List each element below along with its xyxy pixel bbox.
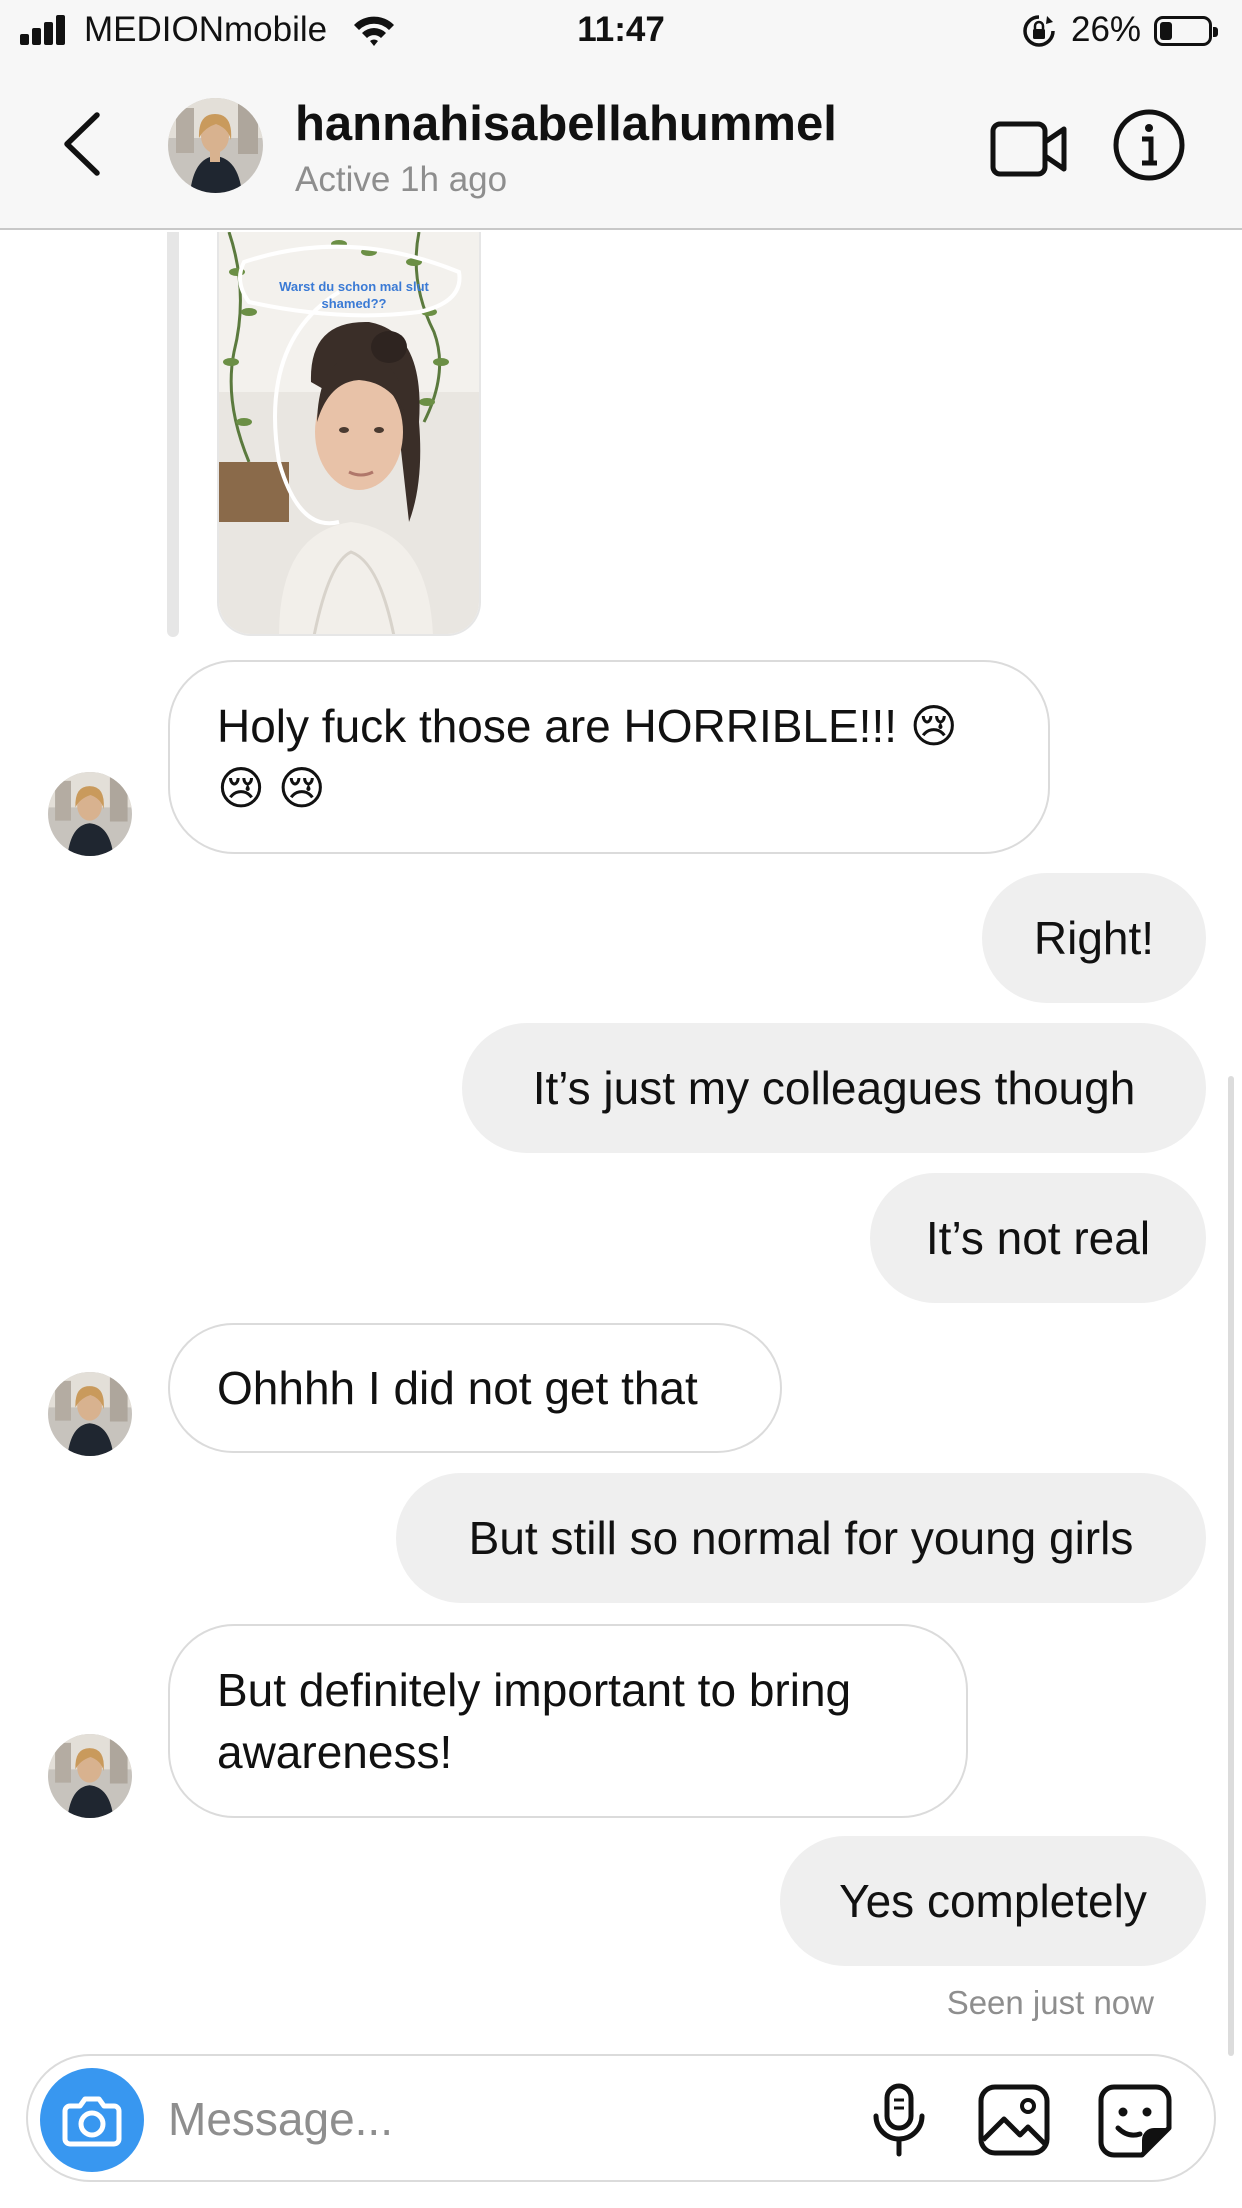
gallery-icon[interactable] xyxy=(978,2084,1050,2156)
chat-username[interactable]: hannahisabellahummel xyxy=(295,96,837,152)
message-text-line: awareness! xyxy=(217,1726,453,1778)
message-text-line: Holy fuck those are HORRIBLE!!! 😢 xyxy=(217,700,958,752)
camera-icon xyxy=(62,2096,122,2147)
avatar[interactable] xyxy=(168,98,263,193)
active-status: Active 1h ago xyxy=(295,160,508,199)
message-text-line: But definitely important to bring xyxy=(217,1664,852,1716)
message-input[interactable] xyxy=(168,2086,728,2152)
orientation-lock-icon xyxy=(1023,15,1055,47)
message-text: Yes completely xyxy=(839,1875,1147,1927)
message-bubble-received[interactable]: But definitely important to bring awaren… xyxy=(168,1624,968,1818)
sticker-icon[interactable] xyxy=(1098,2084,1172,2158)
avatar[interactable] xyxy=(48,1734,132,1818)
info-icon[interactable] xyxy=(1112,108,1186,182)
battery-icon xyxy=(1154,16,1218,46)
avatar[interactable] xyxy=(48,1372,132,1456)
message-text: Ohhhh I did not get that xyxy=(217,1362,698,1414)
message-composer xyxy=(26,2054,1216,2182)
message-bubble-received[interactable]: Holy fuck those are HORRIBLE!!! 😢 😢 😢 xyxy=(168,660,1050,854)
battery-percentage: 26% xyxy=(1071,10,1142,49)
microphone-icon[interactable] xyxy=(868,2082,930,2158)
avatar[interactable] xyxy=(48,772,132,856)
message-bubble-sent[interactable]: It’s not real xyxy=(870,1173,1206,1303)
camera-button[interactable] xyxy=(40,2068,144,2172)
status-bar: MEDIONmobile 11:47 26% xyxy=(0,0,1242,64)
message-text: But still so normal for young girls xyxy=(468,1512,1134,1564)
message-bubble-sent[interactable]: Right! xyxy=(982,873,1206,1003)
message-bubble-sent[interactable]: Yes completely xyxy=(780,1836,1206,1966)
message-bubble-sent[interactable]: But still so normal for young girls xyxy=(396,1473,1206,1603)
story-caption: Warst du schon mal slut shamed?? xyxy=(279,279,429,311)
back-chevron-icon[interactable] xyxy=(55,109,111,179)
seen-status: Seen just now xyxy=(946,1984,1154,2021)
message-thread[interactable]: Warst du schon mal slut shamed?? Holy fu… xyxy=(0,232,1242,2056)
chat-header: hannahisabellahummel Active 1h ago xyxy=(0,64,1242,230)
message-text: It’s not real xyxy=(925,1212,1151,1264)
scrollbar[interactable] xyxy=(1228,1076,1234,2056)
message-bubble-sent[interactable]: It’s just my colleagues though xyxy=(462,1023,1206,1153)
video-call-icon[interactable] xyxy=(990,116,1068,182)
reply-indicator-line xyxy=(167,232,179,637)
message-text-line: 😢 😢 xyxy=(217,762,326,814)
message-text: Right! xyxy=(1033,912,1155,964)
message-text: It’s just my colleagues though xyxy=(532,1062,1136,1114)
story-reply-thumbnail[interactable]: Warst du schon mal slut shamed?? xyxy=(217,232,481,636)
message-bubble-received[interactable]: Ohhhh I did not get that xyxy=(168,1323,782,1453)
